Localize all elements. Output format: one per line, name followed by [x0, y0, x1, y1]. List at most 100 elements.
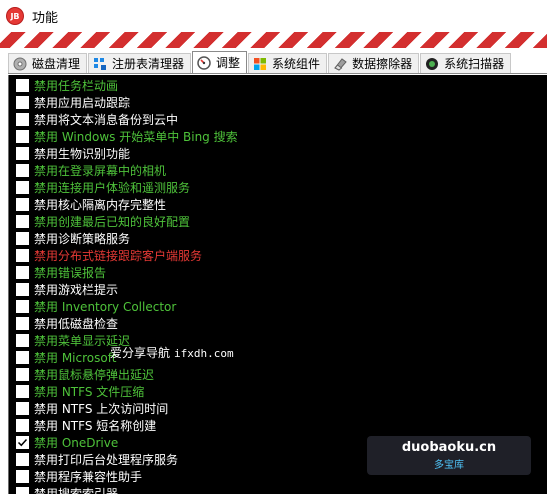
tab-label: 系统扫描器: [444, 57, 505, 71]
tweak-checkbox[interactable]: [16, 300, 29, 313]
tweak-item[interactable]: 禁用创建最后已知的良好配置: [9, 213, 190, 230]
tweak-label: 禁用生物识别功能: [34, 147, 131, 161]
tab-registry-cleaner[interactable]: 注册表清理器: [88, 53, 192, 73]
tweak-checkbox[interactable]: [16, 402, 29, 415]
eraser-icon: [333, 57, 347, 71]
tweak-checkbox[interactable]: [16, 96, 29, 109]
tweak-checkbox[interactable]: [16, 334, 29, 347]
tab-label: 磁盘清理: [32, 57, 81, 71]
tweak-item[interactable]: 禁用 OneDrive: [9, 434, 118, 451]
tweak-item[interactable]: 禁用在登录屏幕中的相机: [9, 162, 166, 179]
tweak-label: 禁用 NTFS 短名称创建: [34, 419, 157, 433]
tweak-label: 禁用打印后台处理程序服务: [34, 453, 179, 467]
tweak-label: 禁用搜索索引器: [34, 487, 119, 494]
tweak-item[interactable]: 禁用生物识别功能: [9, 145, 130, 162]
watermark-text: 爱分享导航: [110, 346, 171, 360]
registry-icon: [93, 57, 107, 71]
tweak-item[interactable]: 禁用错误报告: [9, 264, 106, 281]
tweak-item[interactable]: 禁用应用启动跟踪: [9, 94, 130, 111]
tab-label: 注册表清理器: [112, 57, 185, 71]
tweak-label: 禁用创建最后已知的良好配置: [34, 215, 191, 229]
tweak-item[interactable]: 禁用核心隔离内存完整性: [9, 196, 166, 213]
tweak-label: 禁用任务栏动画: [34, 79, 119, 93]
windows-icon: [253, 57, 267, 71]
tab-bar: 磁盘清理 注册表清理器 调整 系统组件 数据擦除器 系统扫描器: [8, 51, 547, 74]
tweak-checkbox[interactable]: [16, 232, 29, 245]
tweak-checkbox[interactable]: [16, 79, 29, 92]
tweak-checkbox[interactable]: [16, 215, 29, 228]
tab-data-eraser[interactable]: 数据擦除器: [328, 53, 420, 73]
tweak-label: 禁用 Inventory Collector: [34, 300, 177, 314]
tweak-item[interactable]: 禁用打印后台处理程序服务: [9, 451, 178, 468]
tweak-checkbox[interactable]: [16, 181, 29, 194]
tweak-item[interactable]: 禁用 NTFS 短名称创建: [9, 417, 156, 434]
tweak-label: 禁用 OneDrive: [34, 436, 119, 450]
tweak-item[interactable]: 禁用连接用户体验和遥测服务: [9, 179, 190, 196]
tweak-label: 禁用将文本消息备份到云中: [34, 113, 179, 127]
tweak-item[interactable]: 禁用鼠标悬停弹出延迟: [9, 366, 154, 383]
tweak-checkbox[interactable]: [16, 249, 29, 262]
tab-label: 数据擦除器: [352, 57, 413, 71]
tweak-label: 禁用错误报告: [34, 266, 107, 280]
tweak-item[interactable]: 禁用低磁盘检查: [9, 315, 118, 332]
tweak-label: 禁用鼠标悬停弹出延迟: [34, 368, 155, 382]
tweak-checkbox[interactable]: [16, 147, 29, 160]
tweak-list[interactable]: 禁用任务栏动画 禁用应用启动跟踪禁用将文本消息备份到云中禁用 Windows 开始…: [8, 75, 547, 494]
tweak-item[interactable]: 禁用 Windows 开始菜单中 Bing 搜索: [9, 128, 238, 145]
tab-label: 系统组件: [272, 57, 321, 71]
tweak-checkbox[interactable]: [16, 368, 29, 381]
tweak-item[interactable]: 禁用 NTFS 文件压缩: [9, 383, 144, 400]
tweak-item[interactable]: 禁用 Microsoft: [9, 349, 116, 366]
tweak-checkbox[interactable]: [16, 283, 29, 296]
tweak-label: 禁用 NTFS 上次访问时间: [34, 402, 169, 416]
app-logo-icon: JB: [6, 7, 24, 25]
tweak-label: 禁用游戏栏提示: [34, 283, 119, 297]
watermark-badge: duobaoku.cn 多宝库: [367, 436, 531, 475]
tweak-label: 禁用 Windows 开始菜单中 Bing 搜索: [34, 130, 238, 144]
tweak-checkbox[interactable]: [16, 317, 29, 330]
tab-tweaks[interactable]: 调整: [192, 51, 248, 73]
tweak-label: 禁用应用启动跟踪: [34, 96, 131, 110]
tweak-checkbox[interactable]: [16, 198, 29, 211]
watermark-overlay: 爱分享导航 ifxdh.com: [110, 344, 234, 361]
tweak-checkbox[interactable]: [16, 130, 29, 143]
tab-disk-cleanup[interactable]: 磁盘清理: [8, 53, 88, 73]
tweak-label: 禁用核心隔离内存完整性: [34, 198, 167, 212]
tweak-checkbox[interactable]: [16, 487, 29, 494]
tweak-item[interactable]: 禁用将文本消息备份到云中: [9, 111, 178, 128]
watermark-badge-main: duobaoku.cn: [401, 440, 497, 455]
tweak-item[interactable]: 禁用分布式链接跟踪客户端服务: [9, 247, 202, 264]
window-title: 功能: [32, 10, 59, 26]
tweak-item[interactable]: 禁用程序兼容性助手: [9, 468, 142, 485]
tab-label: 调整: [216, 56, 241, 70]
watermark-badge-sub: 多宝库: [434, 460, 464, 471]
tweak-checkbox[interactable]: [16, 385, 29, 398]
disk-icon: [13, 57, 27, 71]
title-bar: JB 功能: [0, 0, 547, 32]
tweak-item[interactable]: 禁用 NTFS 上次访问时间: [9, 400, 168, 417]
tweak-item[interactable]: 禁用游戏栏提示: [9, 281, 118, 298]
tweak-checkbox[interactable]: [16, 436, 29, 449]
hazard-stripe-banner: [0, 32, 547, 48]
tweak-checkbox[interactable]: [16, 453, 29, 466]
tweak-checkbox[interactable]: [16, 470, 29, 483]
tweak-checkbox[interactable]: [16, 351, 29, 364]
tweak-item[interactable]: 禁用任务栏动画: [9, 77, 118, 94]
scanner-icon: [425, 57, 439, 71]
tweak-checkbox[interactable]: [16, 113, 29, 126]
tweak-label: 禁用在登录屏幕中的相机: [34, 164, 167, 178]
tab-system-scanner[interactable]: 系统扫描器: [420, 53, 512, 73]
tweak-label: 禁用连接用户体验和遥测服务: [34, 181, 191, 195]
tweak-label: 禁用低磁盘检查: [34, 317, 119, 331]
tweak-checkbox[interactable]: [16, 164, 29, 177]
tab-system-components[interactable]: 系统组件: [248, 53, 328, 73]
tweak-label: 禁用分布式链接跟踪客户端服务: [34, 249, 203, 263]
tweak-label: 禁用 NTFS 文件压缩: [34, 385, 145, 399]
tweak-label: 禁用程序兼容性助手: [34, 470, 143, 484]
tweak-checkbox[interactable]: [16, 266, 29, 279]
tweak-item[interactable]: 禁用 Inventory Collector: [9, 298, 176, 315]
tweak-item[interactable]: 禁用诊断策略服务: [9, 230, 130, 247]
tweak-item[interactable]: 禁用搜索索引器: [9, 485, 118, 494]
tweak-checkbox[interactable]: [16, 419, 29, 432]
watermark-site: ifxdh.com: [174, 347, 234, 360]
